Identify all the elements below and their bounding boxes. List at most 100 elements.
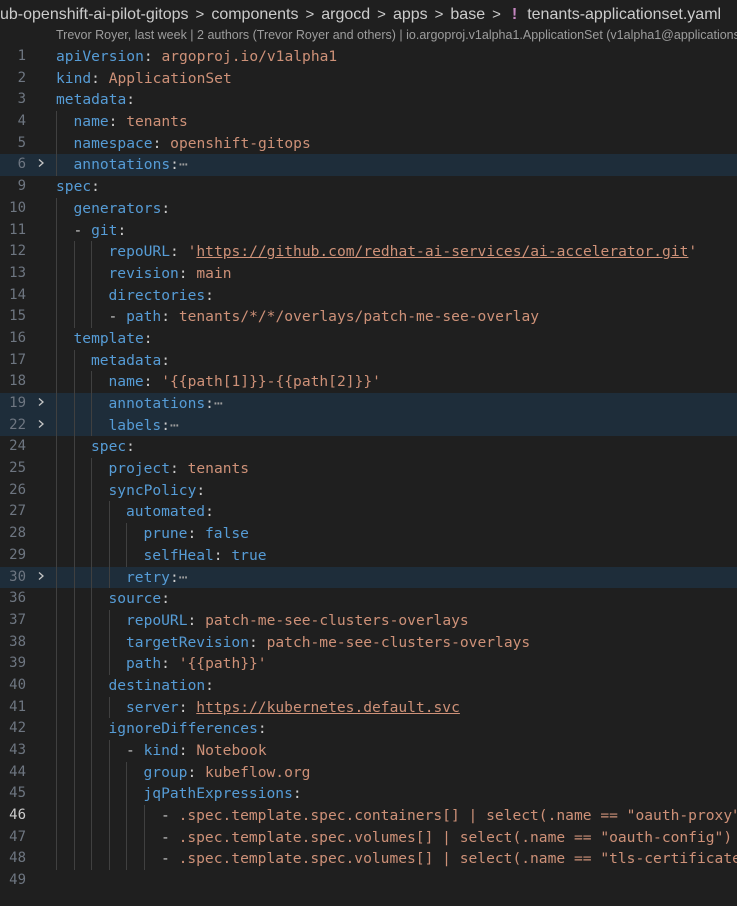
code-content[interactable]: revision: main (109, 263, 232, 285)
code-content[interactable]: kind: ApplicationSet (56, 68, 232, 90)
code-line[interactable]: 2 kind: ApplicationSet (0, 68, 737, 90)
code-line[interactable]: 28 prune: false (0, 523, 737, 545)
folded-ellipsis[interactable]: ⋯ (179, 156, 188, 173)
git-blame-info[interactable]: Trevor Royer, last week | 2 authors (Tre… (56, 26, 737, 46)
code-token: prune (143, 525, 188, 543)
code-content[interactable]: - .spec.template.spec.containers[] | sel… (161, 805, 737, 827)
code-content[interactable]: metadata: (56, 89, 135, 111)
code-content[interactable]: destination: (109, 675, 214, 697)
code-content[interactable]: namespace: openshift-gitops (74, 133, 311, 155)
code-token: ' (688, 243, 698, 261)
code-content[interactable]: name: tenants (74, 111, 188, 133)
code-content[interactable]: retry:⋯ (126, 567, 188, 589)
code-line[interactable]: 17 metadata: (0, 349, 737, 372)
code-content[interactable]: source: (109, 588, 171, 610)
code-line[interactable]: 5 namespace: openshift-gitops (0, 132, 737, 155)
code-line[interactable]: 1 apiVersion: argoproj.io/v1alpha1 (0, 46, 737, 68)
code-line[interactable]: 26 syncPolicy: (0, 479, 737, 502)
code-line[interactable]: 15 - path: tenants/*/*/overlays/patch-me-… (0, 306, 737, 328)
code-content[interactable]: repoURL: patch-me-see-clusters-overlays (126, 610, 469, 632)
chevron-right-icon[interactable] (36, 154, 48, 176)
code-token: : (205, 395, 214, 412)
code-line[interactable]: 29 selfHeal: true (0, 544, 737, 567)
code-content[interactable]: prune: false (144, 523, 249, 545)
code-content[interactable]: ignoreDifferences: (109, 718, 267, 740)
code-content[interactable]: - git: (74, 220, 127, 242)
code-line[interactable]: 49 (0, 870, 737, 892)
code-line[interactable]: 10 generators: (0, 197, 737, 220)
code-line[interactable]: 12 repoURL: 'https://github.com/redhat-ai… (0, 241, 737, 263)
code-line[interactable]: 45 jqPathExpressions: (0, 783, 737, 806)
code-content[interactable]: annotations:⋯ (108, 393, 223, 415)
indent-guide (56, 783, 57, 806)
code-content[interactable]: spec: (56, 176, 100, 198)
code-line[interactable]: 47 - .spec.template.spec.volumes[] | sele… (0, 826, 737, 849)
code-line[interactable]: 36 source: (0, 588, 737, 610)
code-token: targetRevision (126, 633, 250, 651)
code-line[interactable]: 14 directories: (0, 284, 737, 307)
code-editor[interactable]: 1 apiVersion: argoproj.io/v1alpha1 2 kind: … (0, 46, 737, 906)
code-content[interactable]: template: (74, 328, 153, 350)
code-line[interactable]: 11 - git: (0, 219, 737, 242)
code-token[interactable]: https://kubernetes.default.svc (196, 699, 460, 716)
code-content[interactable]: jqPathExpressions: (144, 783, 302, 805)
code-line[interactable]: 37 repoURL: patch-me-see-clusters-overlay… (0, 609, 737, 632)
line-number: 38 (9, 633, 26, 650)
code-content[interactable]: - .spec.template.spec.volumes[] | select… (161, 827, 732, 849)
code-line[interactable]: 41 server: https://kubernetes.default.svc (0, 696, 737, 719)
code-content[interactable]: syncPolicy: (109, 480, 206, 502)
code-content[interactable]: automated: (126, 501, 214, 523)
code-content[interactable]: targetRevision: patch-me-see-clusters-ov… (126, 632, 530, 654)
code-content[interactable]: path: '{{path}}' (126, 653, 267, 675)
folded-ellipsis[interactable]: ⋯ (214, 395, 223, 412)
code-line[interactable]: 13 revision: main (0, 262, 737, 285)
code-content[interactable]: metadata: (91, 350, 170, 372)
code-token: : (161, 308, 179, 326)
chevron-right-icon[interactable] (36, 415, 48, 437)
code-line[interactable]: 40 destination: (0, 674, 737, 697)
code-line[interactable]: 39 path: '{{path}}' (0, 653, 737, 675)
folded-ellipsis[interactable]: ⋯ (179, 569, 188, 586)
code-content[interactable]: labels:⋯ (109, 415, 179, 437)
code-content[interactable]: name: '{{path[1]}}-{{path[2]}}' (109, 371, 381, 393)
code-content[interactable]: directories: (109, 285, 214, 307)
code-line[interactable]: 22 labels:⋯ (0, 414, 737, 437)
code-line[interactable]: 46 - .spec.template.spec.containers[] | s… (0, 805, 737, 827)
code-line[interactable]: 6 annotations:⋯ (0, 154, 737, 177)
code-content[interactable]: project: tenants (109, 458, 250, 480)
code-line[interactable]: 24 spec: (0, 436, 737, 459)
code-line[interactable]: 43 - kind: Notebook (0, 740, 737, 762)
folded-ellipsis[interactable]: ⋯ (170, 417, 179, 434)
code-token: annotations (108, 395, 206, 412)
code-token[interactable]: https://github.com/redhat-ai-services/ai… (196, 243, 688, 260)
code-content[interactable]: generators: (74, 198, 171, 220)
code-content[interactable]: group: kubeflow.org (144, 762, 311, 784)
code-content[interactable]: selfHeal: true (144, 545, 267, 567)
indent-guide (56, 262, 57, 285)
chevron-right-icon[interactable] (36, 567, 48, 589)
code-line[interactable]: 30 retry:⋯ (0, 566, 737, 589)
code-content[interactable]: spec: (91, 436, 135, 458)
code-line[interactable]: 48 - .spec.template.spec.volumes[] | sele… (0, 848, 737, 871)
code-content[interactable]: - path: tenants/*/*/overlays/patch-me-se… (109, 306, 540, 328)
code-line[interactable]: 4 name: tenants (0, 111, 737, 133)
code-content[interactable]: server: https://kubernetes.default.svc (126, 697, 460, 719)
code-line[interactable]: 38 targetRevision: patch-me-see-clusters-… (0, 631, 737, 654)
code-content[interactable]: apiVersion: argoproj.io/v1alpha1 (56, 46, 337, 68)
code-token: : (205, 503, 214, 521)
chevron-right-icon[interactable] (36, 393, 48, 415)
code-line[interactable]: 27 automated: (0, 501, 737, 524)
code-content[interactable]: annotations:⋯ (74, 154, 188, 176)
code-content[interactable]: - .spec.template.spec.volumes[] | select… (161, 848, 737, 870)
code-line[interactable]: 9 spec: (0, 176, 737, 198)
code-content[interactable]: repoURL: 'https://github.com/redhat-ai-s… (109, 241, 698, 263)
code-line[interactable]: 19 annotations:⋯ (0, 393, 737, 415)
code-line[interactable]: 42 ignoreDifferences: (0, 718, 737, 740)
code-line[interactable]: 18 name: '{{path[1]}}-{{path[2]}}' (0, 371, 737, 393)
code-line[interactable]: 3 metadata: (0, 89, 737, 111)
code-content[interactable]: - kind: Notebook (126, 740, 267, 762)
code-line[interactable]: 44 group: kubeflow.org (0, 761, 737, 784)
indent-guide (143, 805, 145, 827)
code-line[interactable]: 16 template: (0, 327, 737, 350)
code-line[interactable]: 25 project: tenants (0, 458, 737, 480)
